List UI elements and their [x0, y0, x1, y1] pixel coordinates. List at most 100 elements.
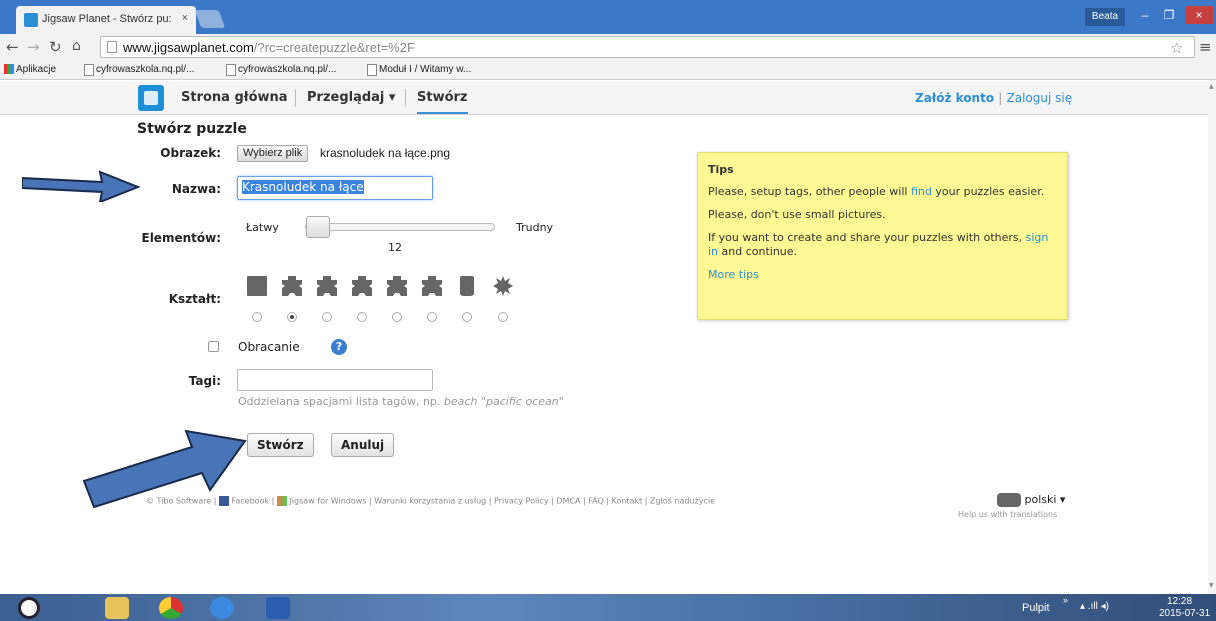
site-navigation: Strona główna Przeglądaj ▾ Stwórz Załóż …	[0, 81, 1216, 115]
bookmark-item[interactable]: cyfrowaszkola.nq.pl/...	[224, 64, 336, 76]
shape-radio[interactable]	[322, 312, 332, 322]
language-label: polski ▾	[1024, 493, 1066, 506]
new-tab-button[interactable]	[194, 10, 226, 28]
desktop-toolbar-label[interactable]: Pulpit	[1022, 602, 1050, 614]
pieces-slider-track[interactable]	[305, 223, 495, 231]
windows-app-link[interactable]: Jigsaw for Windows	[289, 497, 366, 506]
address-bar[interactable]: www.jigsawplanet.com/?rc=createpuzzle&re…	[100, 36, 1195, 58]
window-close-button[interactable]: ×	[1185, 6, 1213, 24]
rotate-checkbox[interactable]	[208, 341, 219, 352]
nav-separator	[405, 89, 406, 107]
tip-tags: Please, setup tags, other people will fi…	[708, 185, 1057, 199]
nav-home[interactable]: Strona główna	[181, 90, 288, 105]
home-icon[interactable]: ⌂	[72, 38, 81, 54]
name-input-value: Krasnoludek na łące	[242, 180, 364, 194]
shape-radio[interactable]	[357, 312, 367, 322]
word-icon[interactable]	[266, 597, 290, 619]
tray-icons[interactable]: ▴ .ıll ◂)	[1080, 601, 1109, 612]
dmca-link[interactable]: DMCA	[556, 497, 580, 506]
minimize-button[interactable]: –	[1134, 6, 1156, 24]
start-button[interactable]	[18, 597, 40, 619]
scroll-down-icon[interactable]: ▼	[1209, 582, 1214, 589]
privacy-link[interactable]: Privacy Policy	[494, 497, 549, 506]
browser-toolbar: ← → ↻ ⌂ www.jigsawplanet.com/?rc=createp…	[0, 34, 1216, 60]
back-arrow-icon[interactable]: ←	[6, 38, 19, 56]
bookmark-item[interactable]: Moduł I / Witamy w...	[365, 64, 471, 76]
faq-link[interactable]: FAQ	[588, 497, 604, 506]
find-link[interactable]: find	[911, 185, 932, 198]
annotation-arrow	[22, 170, 141, 202]
url-host: www.jigsawplanet.com	[123, 40, 254, 55]
nav-create[interactable]: Stwórz	[417, 90, 468, 114]
terms-link[interactable]: Warunki korzystania z usług	[374, 497, 486, 506]
bookmark-item[interactable]: cyfrowaszkola.nq.pl/...	[82, 64, 194, 76]
user-profile-badge[interactable]: Beata	[1085, 8, 1125, 26]
login-link[interactable]: Zaloguj się	[1007, 91, 1073, 105]
puzzle-name-input[interactable]: Krasnoludek na łące	[237, 176, 433, 200]
slider-easy-label: Łatwy	[246, 221, 279, 234]
tip-pictures: Please, don't use small pictures.	[708, 208, 886, 221]
shape-puzzle-variant-icon[interactable]	[387, 276, 407, 296]
bookmark-apps[interactable]: Aplikacje	[2, 64, 56, 75]
nav-browse[interactable]: Przeglądaj ▾	[307, 90, 395, 105]
help-icon[interactable]: ?	[331, 339, 347, 355]
chrome-icon[interactable]	[159, 597, 183, 619]
pieces-value: 12	[388, 241, 402, 254]
shape-radio[interactable]	[392, 312, 402, 322]
tags-hint: Oddzielana spacjami lista tagów, np. bea…	[238, 395, 564, 408]
tip-text: your puzzles easier.	[931, 185, 1045, 198]
contact-link[interactable]: Kontakt	[612, 497, 643, 506]
tip-text: Please, setup tags, other people will	[708, 185, 911, 198]
internet-explorer-icon[interactable]	[210, 597, 234, 619]
choose-file-button[interactable]: Wybierz plik	[237, 145, 309, 162]
annotation-arrow	[82, 429, 247, 509]
shape-drum-icon[interactable]	[460, 276, 474, 296]
shape-radio[interactable]	[287, 312, 297, 322]
page-scrollbar[interactable]	[1208, 82, 1216, 594]
shape-label: Kształt:	[168, 292, 221, 306]
jigsaw-favicon-icon	[24, 13, 38, 27]
language-selector[interactable]: polski ▾	[997, 493, 1065, 507]
clock-time[interactable]: 12:28	[1167, 596, 1192, 607]
scroll-up-icon[interactable]: ▲	[1209, 83, 1214, 90]
shape-puzzle-variant-icon[interactable]	[317, 276, 337, 296]
shape-radio[interactable]	[462, 312, 472, 322]
shape-square-icon[interactable]	[247, 276, 267, 296]
forward-arrow-icon[interactable]: →	[27, 38, 40, 56]
file-explorer-icon[interactable]	[105, 597, 129, 619]
slider-hard-label: Trudny	[516, 221, 554, 234]
maximize-button[interactable]: ❐	[1158, 6, 1180, 24]
tab-close-icon[interactable]: ×	[182, 12, 188, 24]
browser-tab[interactable]: Jigsaw Planet - Stwórz pu: ×	[16, 6, 196, 34]
tab-title: Jigsaw Planet - Stwórz pu:	[42, 13, 172, 25]
clock-date[interactable]: 2015-07-31	[1159, 608, 1210, 619]
reload-icon[interactable]: ↻	[49, 38, 62, 56]
tips-box: Tips Please, setup tags, other people wi…	[697, 152, 1068, 320]
translate-icon	[997, 493, 1021, 507]
pieces-slider-thumb[interactable]	[306, 216, 330, 238]
shape-radio[interactable]	[252, 312, 262, 322]
menu-icon[interactable]: ≡	[1199, 38, 1212, 56]
shape-radio[interactable]	[498, 312, 508, 322]
more-tips-link[interactable]: More tips	[708, 268, 1057, 282]
translation-help-link[interactable]: Help us with translations	[958, 510, 1057, 519]
cancel-button[interactable]: Anuluj	[331, 433, 395, 457]
tags-input[interactable]	[237, 369, 433, 391]
image-label: Obrazek:	[160, 146, 221, 160]
tip-text: If you want to create and share your puz…	[708, 231, 1026, 244]
bookmark-star-icon[interactable]: ☆	[1170, 39, 1183, 57]
nav-separator	[295, 89, 296, 107]
shape-radio[interactable]	[427, 312, 437, 322]
jigsaw-planet-logo-icon[interactable]	[138, 85, 164, 111]
tags-label: Tagi:	[188, 374, 221, 388]
report-abuse-link[interactable]: Zgłoś nadużycie	[650, 497, 715, 506]
shape-puzzle-variant-icon[interactable]	[352, 276, 372, 296]
shape-puzzle-variant-icon[interactable]	[422, 276, 442, 296]
shape-classic-puzzle-icon[interactable]	[282, 276, 302, 296]
browser-titlebar: Jigsaw Planet - Stwórz pu: × Beata – ❐ ×	[0, 0, 1216, 34]
register-link[interactable]: Załóż konto	[915, 91, 994, 105]
shape-gear-icon[interactable]	[493, 276, 513, 296]
windows-icon	[276, 496, 287, 506]
toolbar-expand-icon[interactable]: »	[1063, 595, 1068, 605]
create-button[interactable]: Stwórz	[247, 433, 314, 457]
